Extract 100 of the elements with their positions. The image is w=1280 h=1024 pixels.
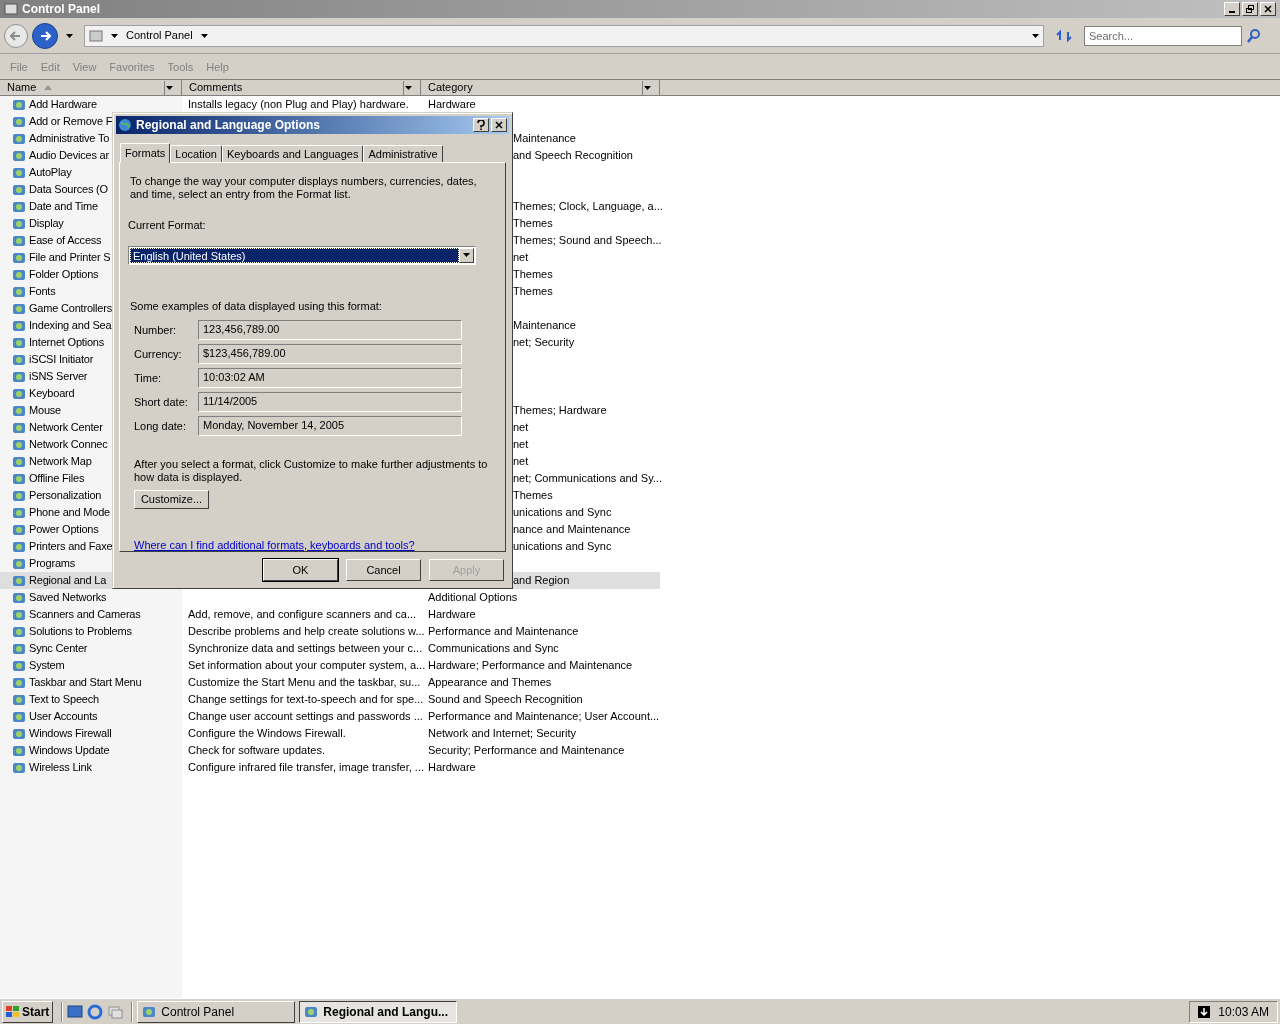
item-category: Themes [513, 217, 553, 230]
item-name: Sync Center [29, 641, 88, 657]
example-value-field: 11/14/2005 [198, 392, 462, 412]
customize-text: After you select a format, click Customize to make further adjustments to how data is displayed. [133, 458, 489, 484]
example-value-field: 123,456,789.00 [198, 320, 462, 340]
item-name: Network Center [29, 420, 103, 436]
item-name: Ease of Access [29, 233, 102, 249]
item-category: Themes [513, 268, 553, 281]
item-name: AutoPlay [29, 165, 72, 181]
item-name: Network Connec [29, 437, 108, 453]
item-comment: Check for software updates. [188, 744, 325, 757]
item-name: iSCSI Initiator [29, 352, 94, 368]
item-category: unications and Sync [513, 540, 612, 553]
item-comment: Change user account settings and passwords ... [188, 710, 423, 723]
item-category: Themes; Sound and Speech... [513, 234, 662, 247]
item-name: Date and Time [29, 199, 98, 215]
item-comment: Synchronize data and settings between your c... [188, 642, 423, 655]
item-comment: Describe problems and help create solutions w... [188, 625, 425, 638]
item-category: Hardware [428, 98, 476, 111]
item-category: net; Communications and Sy... [513, 472, 662, 485]
example-label: Time: [134, 370, 163, 386]
example-value-field: Monday, November 14, 2005 [198, 416, 462, 436]
item-name: Add Hardware [29, 97, 97, 113]
item-name: Personalization [29, 488, 102, 504]
example-label: Short date: [134, 394, 189, 410]
item-category: Themes; Hardware [513, 404, 607, 417]
item-name: Windows Update [29, 743, 110, 759]
item-name: Wireless Link [29, 760, 92, 776]
item-category: net [513, 455, 529, 468]
item-name: Text to Speech [29, 692, 99, 708]
item-category: net [513, 438, 529, 451]
item-name: Offline Files [29, 471, 85, 487]
example-label: Currency: [134, 346, 183, 362]
item-category: Hardware; Performance and Maintenance [428, 659, 633, 672]
item-comment: Customize the Start Menu and the taskbar, su... [188, 676, 421, 689]
item-category: Maintenance [513, 132, 576, 145]
item-name: File and Printer S [29, 250, 111, 266]
item-category: net [513, 421, 529, 434]
window-title: Control Panel [22, 1, 100, 18]
item-name: User Accounts [29, 709, 98, 725]
item-category: Themes [513, 489, 553, 502]
item-comment: Configure the Windows Firewall. [188, 727, 346, 740]
item-name: Phone and Mode [29, 505, 110, 521]
item-name: Internet Options [29, 335, 105, 351]
item-name: Regional and La [29, 573, 107, 589]
intro-text: To change the way your computer displays numbers, currencies, dates, and time, select an entry from the Format list. [129, 175, 478, 201]
item-category: Hardware [428, 761, 476, 774]
item-comment: Configure infrared file transfer, image transfer, ... [188, 761, 424, 774]
item-comment: Set information about your computer system, a... [188, 659, 426, 672]
item-name: Administrative To [29, 131, 110, 147]
dialog-title: Regional and Language Options [136, 117, 320, 134]
item-name: Taskbar and Start Menu [29, 675, 142, 691]
item-name: Fonts [29, 284, 56, 300]
item-comment: Add, remove, and configure scanners and ca... [188, 608, 417, 621]
address-location: Control Panel [126, 28, 193, 44]
item-category: Maintenance [513, 319, 576, 332]
item-category: nance and Maintenance [513, 523, 631, 536]
example-label: Number: [134, 322, 178, 338]
clock: 10:03 AM [1218, 1003, 1269, 1021]
example-value-field: $123,456,789.00 [198, 344, 462, 364]
item-category: net; Security [513, 336, 575, 349]
item-comment: Installs legacy (non Plug and Play) hardware. [188, 98, 409, 111]
item-category: Additional Options [428, 591, 518, 604]
item-name: Data Sources (O [29, 182, 108, 198]
item-name: System [29, 658, 65, 674]
item-category: Themes [513, 285, 553, 298]
item-name: Programs [29, 556, 76, 572]
item-category: unications and Sync [513, 506, 612, 519]
item-category: and Speech Recognition [513, 149, 633, 162]
item-category: Performance and Maintenance [428, 625, 579, 638]
item-name: Mouse [29, 403, 62, 419]
item-name: Keyboard [29, 386, 75, 402]
item-category: Performance and Maintenance; User Account... [428, 710, 660, 723]
item-name: Power Options [29, 522, 99, 538]
item-name: Display [29, 216, 64, 232]
item-name: Add or Remove F [29, 114, 113, 130]
item-name: Solutions to Problems [29, 624, 132, 640]
item-name: Network Map [29, 454, 92, 470]
item-name: Windows Firewall [29, 726, 112, 742]
item-category: Hardware [428, 608, 476, 621]
item-name: Indexing and Sea [29, 318, 112, 334]
item-name: Game Controllers [29, 301, 112, 317]
item-name: Scanners and Cameras [29, 607, 141, 623]
format-label: Current Format: [128, 218, 207, 233]
example-label: Long date: [134, 418, 187, 434]
item-category: Communications and Sync [428, 642, 559, 655]
examples-label: Some examples of data displayed using this format: [129, 298, 383, 314]
example-value-field: 10:03:02 AM [198, 368, 462, 388]
item-category: Themes; Clock, Language, a... [513, 200, 663, 213]
item-category: Network and Internet; Security [428, 727, 576, 740]
item-name: Printers and Faxe [29, 539, 113, 555]
item-name: iSNS Server [29, 369, 88, 385]
item-name: Audio Devices ar [29, 148, 109, 164]
item-comment: Change settings for text-to-speech and for spe... [188, 693, 424, 706]
item-category: Security; Performance and Maintenance [428, 744, 625, 757]
item-category: Sound and Speech Recognition [428, 693, 583, 706]
item-category: Appearance and Themes [428, 676, 552, 689]
item-category: net [513, 251, 529, 264]
item-category: and Region [513, 574, 570, 587]
item-name: Saved Networks [29, 590, 107, 606]
